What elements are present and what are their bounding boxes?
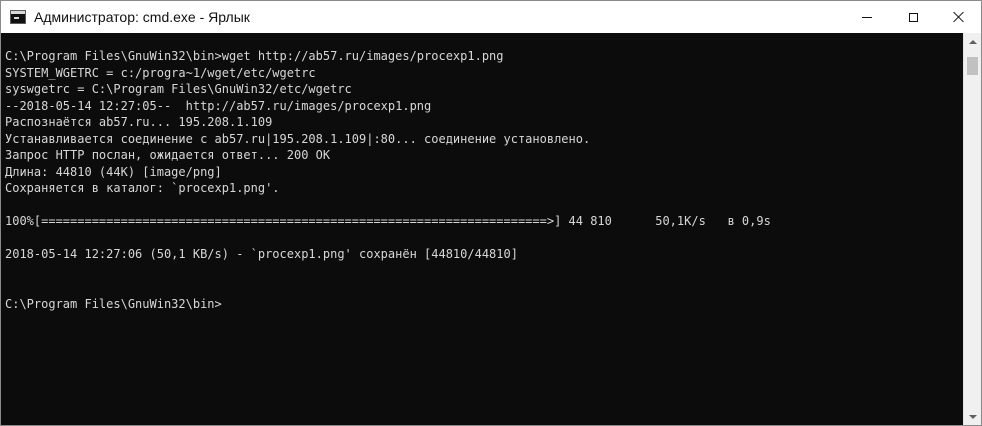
console-line-11: 100%[===================================…	[5, 214, 771, 228]
console-line-3: syswgetrc = C:\Program Files\GnuWin32/et…	[5, 82, 352, 96]
console-line-9: Сохраняется в каталог: `procexp1.png'.	[5, 181, 280, 195]
minimize-button[interactable]	[844, 1, 890, 33]
scroll-thumb[interactable]	[967, 57, 978, 75]
maximize-button[interactable]	[890, 1, 936, 33]
command-prompt-icon	[10, 10, 26, 24]
console-line-1: C:\Program Files\GnuWin32\bin>wget http:…	[5, 49, 504, 63]
close-button[interactable]	[936, 1, 981, 33]
vertical-scrollbar[interactable]	[963, 33, 981, 425]
console-line-8: Длина: 44810 (44K) [image/png]	[5, 164, 222, 179]
console-line-14	[5, 263, 771, 280]
minimize-icon	[862, 17, 872, 18]
console-line-16: C:\Program Files\GnuWin32\bin>	[5, 296, 222, 311]
scroll-down-arrow-icon	[968, 414, 977, 419]
console-text: C:\Program Files\GnuWin32\bin>wget http:…	[5, 48, 771, 312]
cmd-window: Администратор: cmd.exe - Ярлык C:\Progra…	[0, 0, 982, 426]
console-line-10	[5, 197, 771, 214]
console-line-13: 2018-05-14 12:27:06 (50,1 KB/s) - `proce…	[5, 247, 518, 261]
console-line-12	[5, 230, 771, 247]
console-line-2: SYSTEM_WGETRC = c:/progra~1/wget/etc/wge…	[5, 65, 316, 80]
console-line-15	[5, 279, 771, 296]
window-title: Администратор: cmd.exe - Ярлык	[34, 9, 250, 25]
console-output-area[interactable]: C:\Program Files\GnuWin32\bin>wget http:…	[1, 33, 963, 425]
console-line-7: Запрос HTTP послан, ожидается ответ... 2…	[5, 148, 331, 162]
scroll-up-button[interactable]	[964, 33, 981, 50]
console-line-5: Распознаётся ab57.ru... 195.208.1.109	[5, 115, 273, 129]
maximize-icon	[908, 12, 918, 22]
console-line-6: Устанавливается соединение с ab57.ru|195…	[5, 131, 591, 146]
scroll-down-button[interactable]	[964, 408, 981, 425]
console-line-4: --2018-05-14 12:27:05-- http://ab57.ru/i…	[5, 98, 432, 113]
scroll-up-arrow-icon	[968, 39, 977, 44]
title-bar[interactable]: Администратор: cmd.exe - Ярлык	[1, 1, 981, 33]
close-icon	[953, 11, 965, 23]
